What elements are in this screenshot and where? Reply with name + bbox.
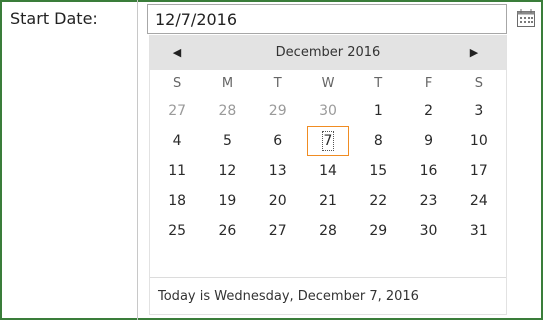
day-number: 4 <box>172 133 182 149</box>
chevron-left-icon: ◀ <box>172 46 182 59</box>
calendar-day[interactable]: 12 <box>202 156 252 186</box>
calendar-header: ◀ December 2016 ▶ <box>150 35 506 70</box>
calendar-day[interactable]: 31 <box>454 216 504 246</box>
day-number: 11 <box>168 163 187 179</box>
calendar-button[interactable] <box>515 8 537 30</box>
calendar-day[interactable]: 18 <box>152 186 202 216</box>
day-number: 19 <box>218 193 237 209</box>
day-number: 5 <box>222 133 232 149</box>
calendar-day[interactable]: 16 <box>403 156 453 186</box>
calendar-day[interactable]: 28 <box>303 216 353 246</box>
next-month-button[interactable]: ▶ <box>454 35 494 70</box>
day-number: 9 <box>424 133 434 149</box>
day-number: 27 <box>268 223 287 239</box>
day-number: 30 <box>319 103 337 119</box>
calendar-day[interactable]: 27 <box>152 96 202 126</box>
day-number: 18 <box>168 193 187 209</box>
weekday-header-row: SMTWTFS <box>150 70 506 96</box>
today-text: Today is Wednesday, December 7, 2016 <box>158 288 419 304</box>
day-number: 29 <box>268 103 287 119</box>
day-number: 6 <box>273 133 283 149</box>
weekday-header: M <box>221 75 234 91</box>
calendar-day[interactable]: 25 <box>152 216 202 246</box>
calendar-day[interactable]: 26 <box>202 216 252 246</box>
calendar-day[interactable]: 20 <box>253 186 303 216</box>
start-date-input[interactable] <box>147 4 507 34</box>
calendar-day[interactable]: 29 <box>353 216 403 246</box>
weekday-header: S <box>173 75 182 91</box>
calendar-day[interactable]: 29 <box>253 96 303 126</box>
calendar-day[interactable]: 9 <box>403 126 453 156</box>
day-number: 20 <box>268 193 287 209</box>
calendar-day[interactable]: 13 <box>253 156 303 186</box>
day-number: 15 <box>369 163 388 179</box>
weekday-header: T <box>374 75 383 91</box>
day-number: 25 <box>168 223 187 239</box>
day-number: 21 <box>319 193 337 209</box>
calendar-day[interactable]: 17 <box>454 156 504 186</box>
day-number: 1 <box>373 103 383 119</box>
calendar-day[interactable]: 3 <box>454 96 504 126</box>
calendar-popup: ◀ December 2016 ▶ SMTWTFS 27 28 29 30 1 2 3 4 5 6… <box>149 35 507 315</box>
day-number: 2 <box>424 103 434 119</box>
calendar-day[interactable]: 2 <box>403 96 453 126</box>
day-number: 10 <box>469 133 488 149</box>
calendar-day[interactable]: 23 <box>403 186 453 216</box>
calendar-day[interactable]: 21 <box>303 186 353 216</box>
day-number: 14 <box>319 163 337 179</box>
day-number: 28 <box>218 103 237 119</box>
calendar-day[interactable]: 24 <box>454 186 504 216</box>
previous-month-button[interactable]: ◀ <box>157 35 197 70</box>
today-footer[interactable]: Today is Wednesday, December 7, 2016 <box>150 277 506 314</box>
calendar-day[interactable]: 11 <box>152 156 202 186</box>
weekday-header: T <box>273 75 282 91</box>
label-column-divider <box>137 0 138 320</box>
calendar-day[interactable]: 4 <box>152 126 202 156</box>
calendar-day[interactable]: 10 <box>454 126 504 156</box>
calendar-day[interactable]: 8 <box>353 126 403 156</box>
day-number: 24 <box>469 193 488 209</box>
day-number: 28 <box>319 223 337 239</box>
day-number: 12 <box>218 163 237 179</box>
calendar-day[interactable]: 14 <box>303 156 353 186</box>
month-title: December 2016 <box>275 45 381 60</box>
day-number: 27 <box>168 103 187 119</box>
selected-day[interactable]: 7 <box>306 126 350 156</box>
calendar-day[interactable]: 22 <box>353 186 403 216</box>
calendar-icon <box>517 9 535 27</box>
day-number: 17 <box>469 163 488 179</box>
chevron-right-icon: ▶ <box>469 46 479 59</box>
day-number: 22 <box>369 193 388 209</box>
calendar-day[interactable]: 15 <box>353 156 403 186</box>
day-number: 3 <box>474 103 484 119</box>
calendar-day[interactable]: 30 <box>403 216 453 246</box>
calendar-day[interactable]: 5 <box>202 126 252 156</box>
day-number: 26 <box>218 223 237 239</box>
weekday-header: F <box>424 75 433 91</box>
day-number: 29 <box>369 223 388 239</box>
day-number: 13 <box>268 163 287 179</box>
day-number: 23 <box>419 193 438 209</box>
day-number: 30 <box>419 223 438 239</box>
calendar-day[interactable]: 28 <box>202 96 252 126</box>
calendar-day[interactable]: 6 <box>253 126 303 156</box>
day-number: 7 <box>321 131 335 151</box>
day-number: 16 <box>419 163 438 179</box>
weekday-header: S <box>474 75 483 91</box>
calendar-day[interactable]: 27 <box>253 216 303 246</box>
calendar-day[interactable]: 30 <box>303 96 353 126</box>
calendar-day[interactable]: 19 <box>202 186 252 216</box>
day-number: 31 <box>469 223 488 239</box>
weekday-header: W <box>321 75 335 91</box>
day-grid: 27 28 29 30 1 2 3 4 5 6 7 8 9 10 11 12 13 14 15 16 17 18 19 20 2… <box>150 96 506 246</box>
calendar-day[interactable]: 1 <box>353 96 403 126</box>
day-number: 8 <box>373 133 383 149</box>
start-date-label: Start Date: <box>10 9 98 28</box>
